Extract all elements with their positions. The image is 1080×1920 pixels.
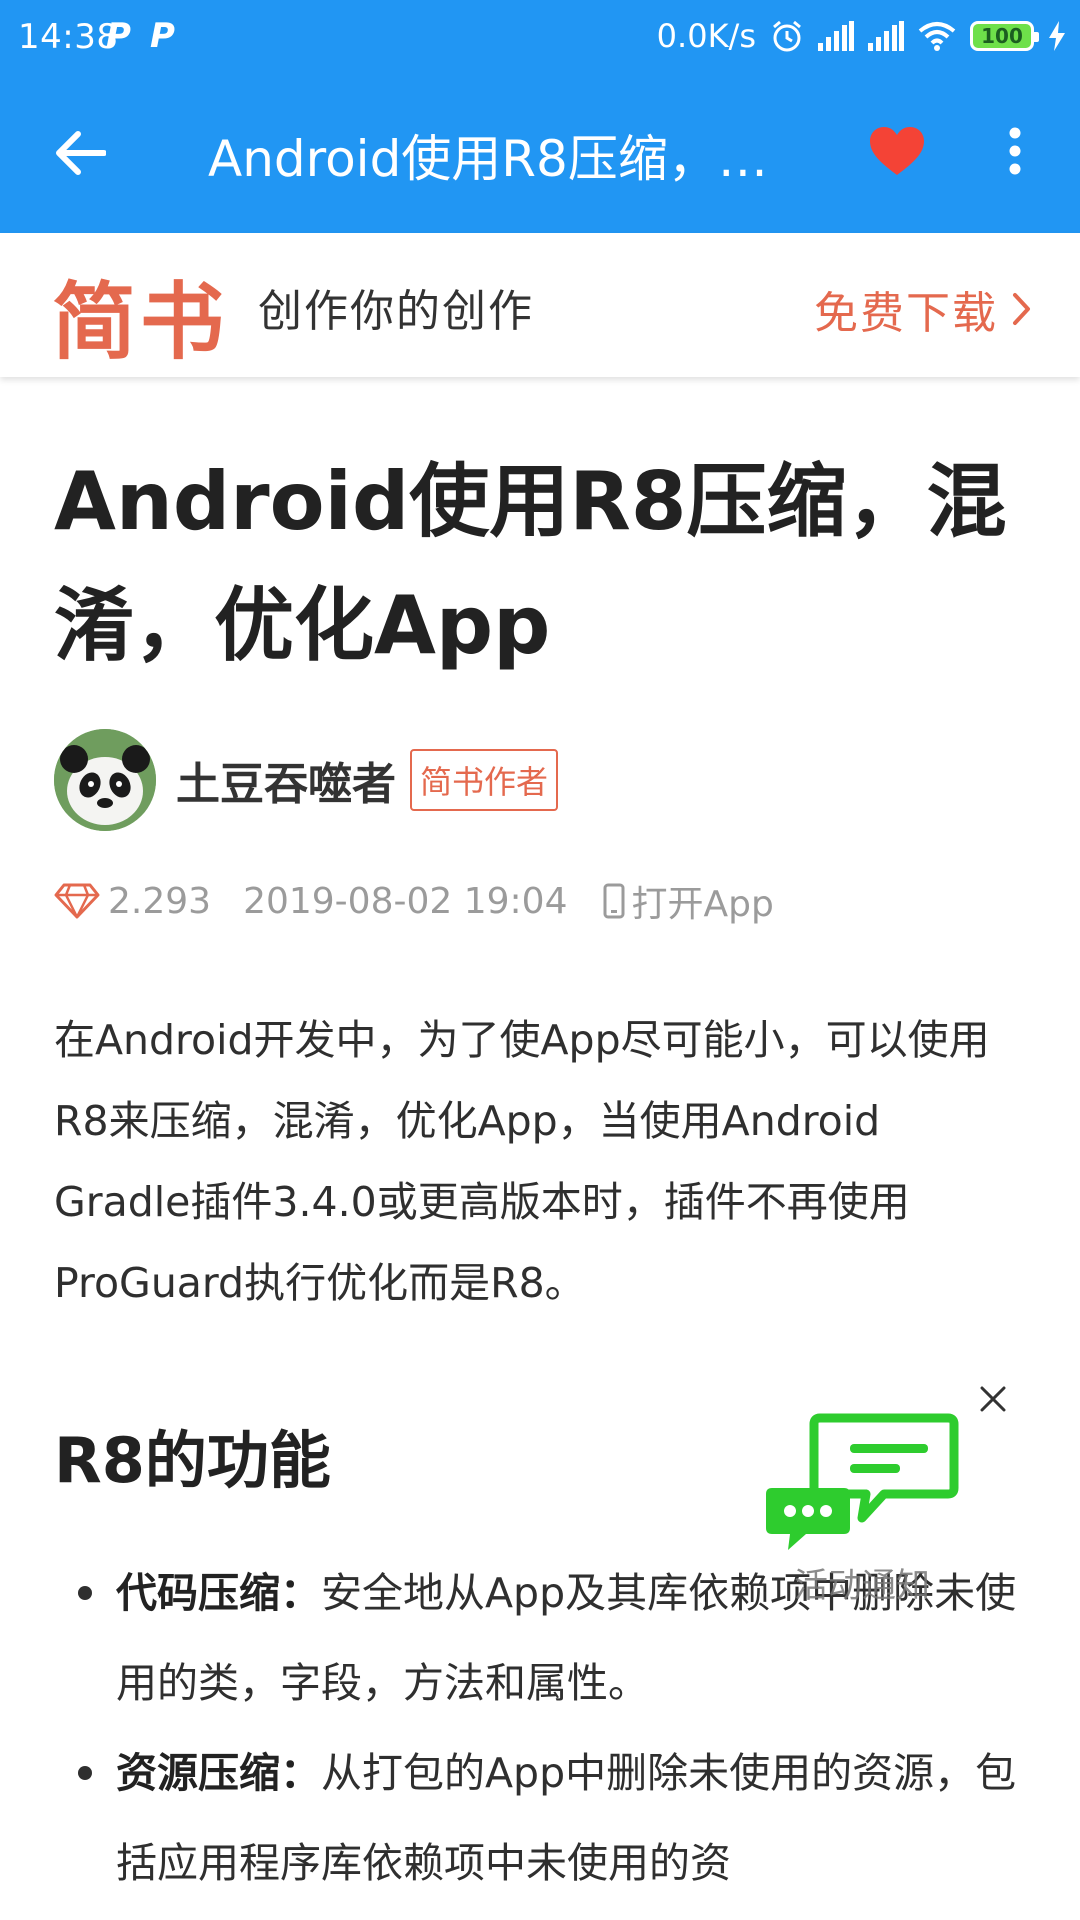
app-title: Android使用R8压缩，… — [208, 130, 768, 188]
status-time: 14:38 — [18, 17, 119, 57]
favorite-button[interactable] — [862, 116, 932, 186]
free-download-label: 免费下载 — [814, 288, 998, 339]
notification-widget-label: 活动通知 — [794, 1566, 930, 1606]
back-button[interactable] — [40, 113, 120, 193]
parking-notification-icon: P — [150, 16, 175, 56]
jianshu-banner: 简书 创作你的创作 免费下载 — [0, 233, 1080, 377]
panda-avatar-image — [54, 729, 156, 831]
article-meta: 2.293 2019-08-02 19:04 打开App — [54, 876, 774, 926]
list-item: 资源压缩：从打包的App中删除未使用的资源，包括应用程序库依赖项中未使用的资 — [54, 1728, 1024, 1908]
intro-paragraph: 在Android开发中，为了使App尽可能小，可以使用R8来压缩，混淆，优化Ap… — [54, 1016, 990, 1307]
more-options-button[interactable] — [985, 116, 1045, 186]
net-speed: 0.0K/s — [656, 17, 756, 55]
diamond-icon — [54, 883, 100, 919]
open-app-link[interactable]: 打开App — [603, 875, 774, 927]
publish-date: 2019-08-02 19:04 — [243, 880, 568, 922]
list-item-separator: ： — [280, 1749, 321, 1797]
article-title: Android使用R8压缩，混淆，优化App — [54, 455, 1007, 672]
list-item-term: 资源压缩 — [116, 1749, 280, 1797]
heart-icon — [870, 127, 924, 175]
chevron-right-icon — [1013, 293, 1030, 325]
list-item-term: 代码压缩 — [116, 1569, 280, 1617]
author-name[interactable]: 土豆吞噬者 — [176, 748, 396, 812]
chat-bubbles-icon — [766, 1413, 959, 1550]
wifi-icon — [918, 22, 956, 51]
charging-bolt-icon — [1049, 21, 1065, 51]
free-download-link[interactable]: 免费下载 — [814, 277, 1032, 341]
list-item-separator: ： — [280, 1569, 321, 1617]
status-bar: 14:38 P P 0.0K/s 100 — [0, 0, 1080, 73]
signal-icon-2 — [868, 21, 904, 51]
section-title: R8的功能 — [54, 1424, 331, 1497]
more-vert-icon — [1009, 127, 1021, 175]
phone-icon — [603, 883, 625, 919]
signal-icon — [818, 21, 854, 51]
author-badge: 简书作者 — [410, 749, 559, 811]
author-row: 土豆吞噬者 简书作者 — [54, 729, 559, 831]
battery-icon: 100 — [970, 21, 1039, 51]
open-app-label: 打开App — [631, 884, 774, 925]
jianshu-logo: 简书 — [52, 272, 229, 371]
parking-notification-icon: P — [106, 16, 131, 56]
activity-notification-widget[interactable]: 活动通知 — [762, 1410, 962, 1610]
screen: 14:38 P P 0.0K/s 100 Android使用R8压缩，… 简书 … — [0, 0, 1080, 1920]
avatar[interactable] — [54, 729, 156, 831]
banner-slogan: 创作你的创作 — [258, 286, 534, 337]
arrow-left-icon — [56, 131, 106, 175]
status-right: 0.0K/s 100 — [657, 14, 1066, 58]
article-score: 2.293 — [108, 880, 212, 922]
close-icon[interactable] — [976, 1382, 1010, 1416]
alarm-icon — [773, 20, 801, 52]
app-bar: Android使用R8压缩，… — [0, 73, 1080, 233]
